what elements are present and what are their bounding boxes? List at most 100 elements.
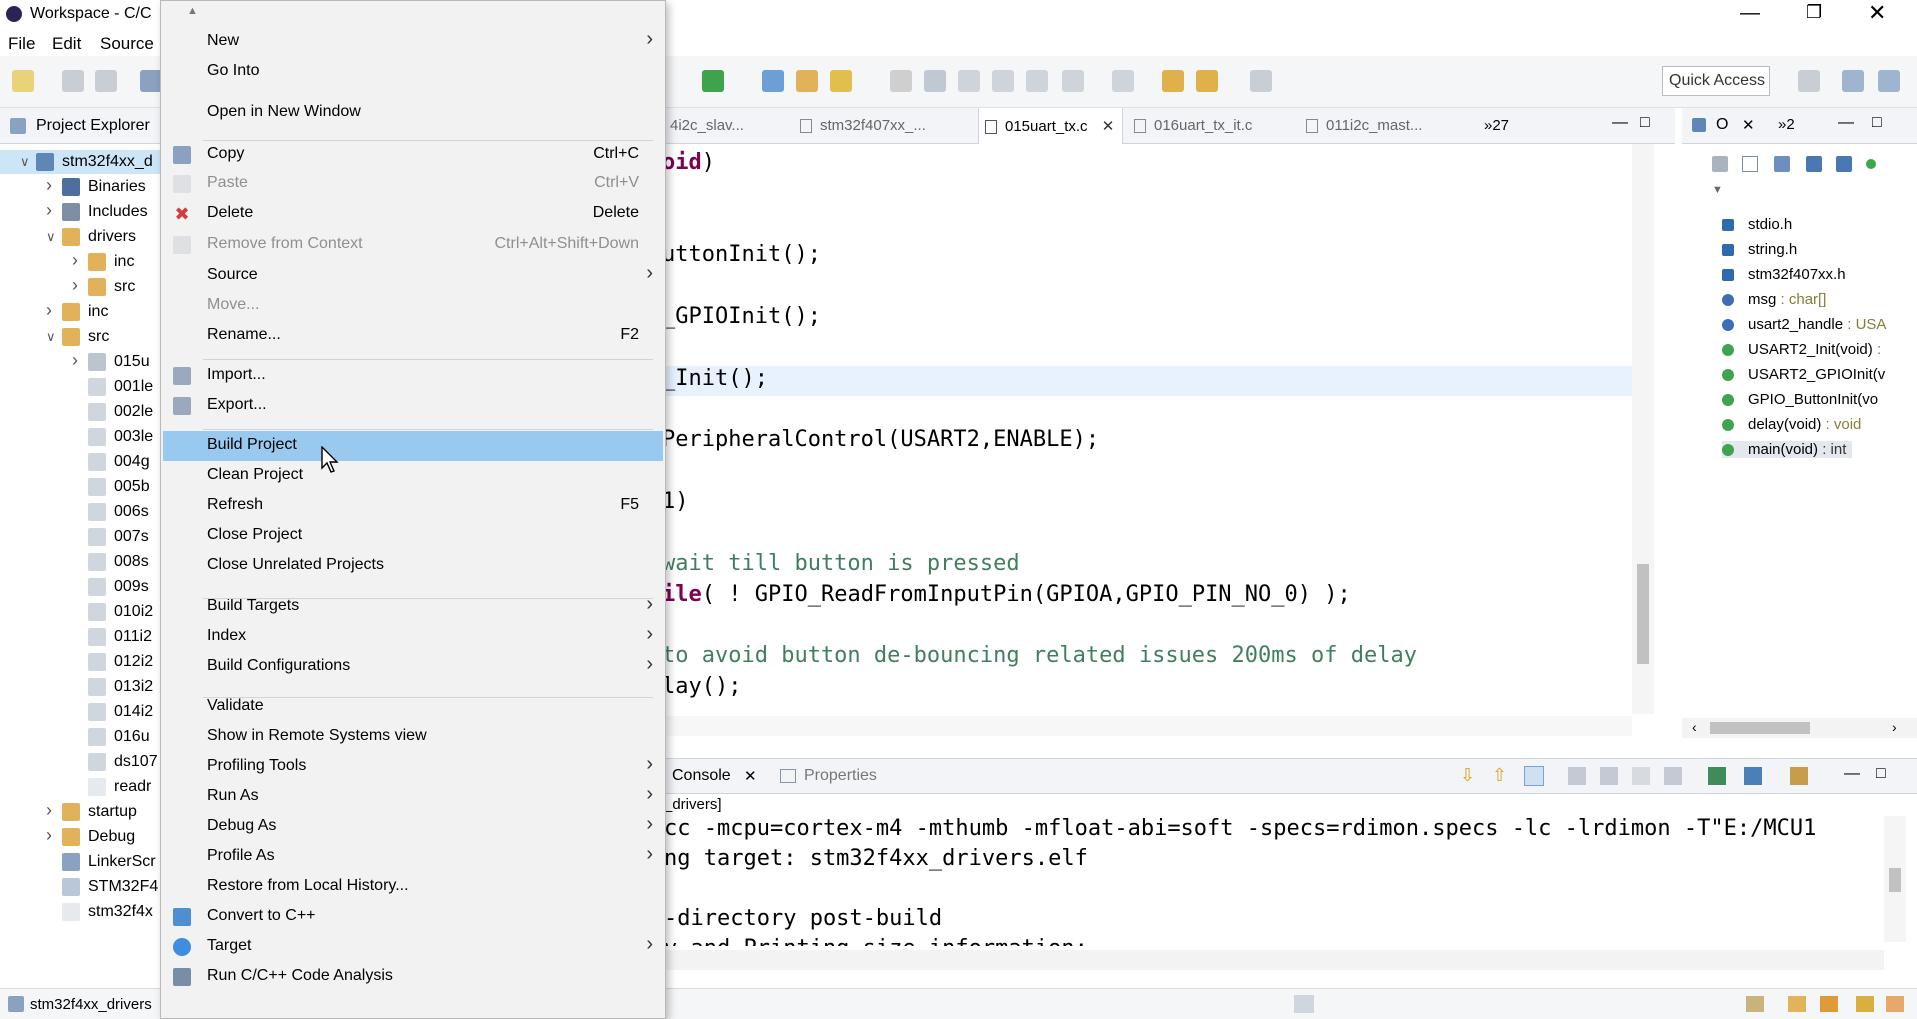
editor-scroll-thumb[interactable] (1637, 564, 1649, 664)
next-annotation-icon[interactable] (1062, 70, 1084, 92)
outline-item[interactable]: msg : char[] (1722, 291, 1826, 308)
tree-item[interactable]: ds107 (0, 750, 165, 774)
menu-item-paste[interactable]: Paste Ctrl+V (163, 169, 663, 199)
debug-perspective-icon[interactable] (1878, 70, 1900, 92)
tree-item[interactable]: › Binaries (0, 175, 165, 199)
tab-016uart-tx-it[interactable]: 016uart_tx_it.c (1134, 117, 1252, 134)
forward-icon[interactable] (1250, 70, 1272, 92)
hide-nonpublic-icon[interactable] (1836, 156, 1852, 172)
menu-item-index[interactable]: Index › (163, 622, 663, 652)
tree-item[interactable]: › inc (0, 300, 165, 324)
menu-item-open-in-new-window[interactable]: Open in New Window (163, 98, 663, 128)
tree-item[interactable]: 008s (0, 550, 165, 574)
outline-menu-chevron-icon[interactable]: ▼ (1712, 184, 1723, 196)
tree-item[interactable]: ∨ drivers (0, 225, 165, 249)
prev-annotation-icon[interactable] (1112, 70, 1134, 92)
scroll-right-icon[interactable]: › (1892, 719, 1897, 735)
word-wrap-icon[interactable] (1632, 767, 1650, 785)
explorer-title[interactable]: Project Explorer (36, 117, 150, 135)
menu-item-close-project[interactable]: Close Project (163, 521, 663, 551)
chevron-right-icon[interactable]: › (46, 800, 52, 821)
tree-item[interactable]: 005b (0, 475, 165, 499)
tree-item[interactable]: ∨ stm32f4xx_d (0, 150, 165, 174)
menu-scroll-up-icon[interactable]: ▲ (187, 5, 198, 17)
menu-item-delete[interactable]: ✖ Delete Delete (163, 199, 663, 229)
status-icon-1[interactable] (1746, 996, 1764, 1012)
maximize-outline-icon[interactable]: □ (1872, 114, 1882, 132)
tree-item[interactable]: ∨ src (0, 325, 165, 349)
tree-item[interactable]: 013i2 (0, 675, 165, 699)
menu-item-new[interactable]: New › (163, 27, 663, 57)
block-icon[interactable] (992, 70, 1014, 92)
status-task-icon[interactable] (1294, 995, 1314, 1013)
outline-item[interactable]: main(void) : int (1722, 441, 1853, 458)
outline-item[interactable]: stdio.h (1722, 216, 1792, 233)
clear-console-icon[interactable] (1600, 767, 1618, 785)
menu-item-profile-as[interactable]: Profile As › (163, 842, 663, 872)
back-icon[interactable] (1196, 70, 1218, 92)
tree-item[interactable]: › inc (0, 250, 165, 274)
minimize-editor-icon[interactable]: — (1612, 114, 1628, 132)
outline-item[interactable]: stm32f407xx.h (1722, 266, 1846, 283)
console-vertical-scrollbar[interactable] (1884, 816, 1906, 942)
chevron-right-icon[interactable]: › (72, 250, 78, 271)
tree-item[interactable]: 007s (0, 525, 165, 549)
sort-icon[interactable] (1774, 156, 1790, 172)
menu-item-go-into[interactable]: Go Into (163, 57, 663, 87)
display-console-icon[interactable] (1708, 767, 1726, 785)
chevron-right-icon[interactable]: › (46, 825, 52, 846)
outline-scroll-thumb[interactable] (1710, 722, 1810, 734)
menu-item-show-in-remote-systems-view[interactable]: Show in Remote Systems view (163, 722, 663, 752)
menu-file[interactable]: File (8, 34, 35, 54)
hide-fields-icon[interactable] (1712, 156, 1728, 172)
close-tab-icon[interactable]: ✕ (1102, 118, 1115, 135)
menu-item-convert-to-c[interactable]: Convert to C++ (163, 902, 663, 932)
menu-item-clean-project[interactable]: Clean Project (163, 461, 663, 491)
tree-item[interactable]: 002le (0, 400, 165, 424)
save-all-icon[interactable] (95, 70, 117, 92)
menu-item-run-as[interactable]: Run As › (163, 782, 663, 812)
tab-console[interactable]: Console (672, 767, 731, 785)
menu-item-source[interactable]: Source › (163, 261, 663, 291)
tree-item[interactable]: 010i2 (0, 600, 165, 624)
save-icon[interactable] (62, 70, 84, 92)
menu-item-build-project[interactable]: Build Project (163, 431, 663, 461)
menu-item-import[interactable]: Import... (163, 361, 663, 391)
build-icon[interactable] (140, 70, 162, 92)
tab-011i2c-master[interactable]: 011i2c_mast... (1306, 117, 1422, 134)
open-console-icon[interactable] (1744, 767, 1762, 785)
chevron-right-icon[interactable]: › (46, 175, 52, 196)
open-folder-icon[interactable] (796, 70, 818, 92)
pin-console-icon[interactable] (1664, 767, 1682, 785)
tree-item[interactable]: 014i2 (0, 700, 165, 724)
menu-item-move[interactable]: Move... (163, 291, 663, 321)
editor-vertical-scrollbar[interactable] (1632, 144, 1654, 714)
tree-item[interactable]: 001le (0, 375, 165, 399)
run-icon[interactable] (702, 70, 724, 92)
tab-outline[interactable]: O (1716, 116, 1728, 134)
open-type-icon[interactable] (762, 70, 784, 92)
tree-item[interactable]: STM32F4 (0, 875, 165, 899)
tree-item[interactable]: 009s (0, 575, 165, 599)
console-view[interactable]: _drivers] cc -mcpu=cortex-m4 -mthumb -mf… (660, 794, 1917, 974)
status-icon-5[interactable] (1886, 996, 1904, 1012)
console-settings-icon[interactable] (1568, 767, 1586, 785)
tab-015uart-tx[interactable]: 015uart_tx.c ✕ (978, 108, 1124, 144)
collapse-all-icon[interactable] (1742, 156, 1758, 172)
chevron-down-icon[interactable]: ∨ (46, 229, 56, 245)
maximize-console-icon[interactable]: □ (1876, 765, 1886, 783)
editor-horizontal-scrollbar[interactable] (660, 716, 1632, 736)
tab-stm32f407xx[interactable]: stm32f407xx_... (800, 117, 926, 134)
chevron-right-icon[interactable]: › (46, 300, 52, 321)
code-editor[interactable]: oid) uttonInit(); _GPIOInit(); _Init(); … (660, 144, 1675, 744)
chevron-down-icon[interactable]: ∨ (20, 154, 30, 170)
menu-item-refresh[interactable]: Refresh F5 (163, 491, 663, 521)
menu-item-run-c-c-code-analysis[interactable]: Run C/C++ Code Analysis (163, 962, 663, 992)
chevron-right-icon[interactable]: › (72, 275, 78, 296)
link-icon[interactable] (1524, 766, 1544, 786)
tree-item[interactable]: readr (0, 775, 165, 799)
status-icon-3[interactable] (1820, 996, 1838, 1012)
toggle-icon[interactable] (924, 70, 946, 92)
close-outline-icon[interactable]: ✕ (1742, 116, 1755, 134)
menu-item-restore-from-local-history[interactable]: Restore from Local History... (163, 872, 663, 902)
